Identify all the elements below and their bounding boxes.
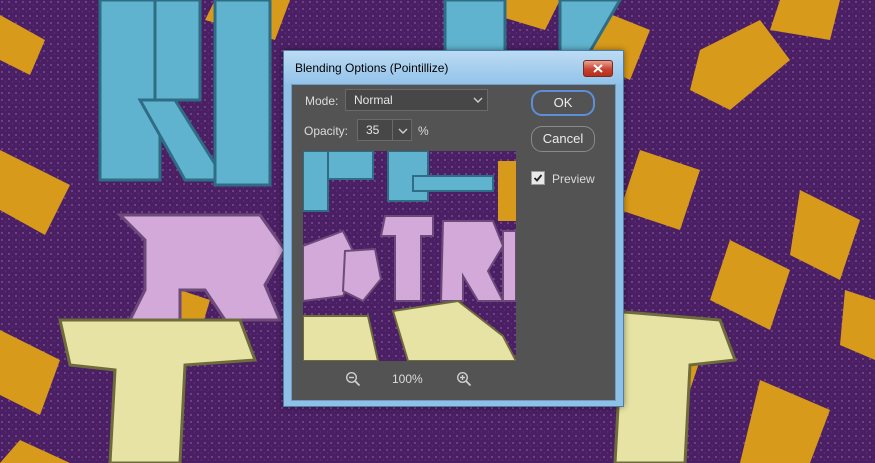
filter-preview-pane[interactable] bbox=[303, 151, 516, 361]
chevron-down-icon bbox=[473, 97, 483, 103]
dialog-title: Blending Options (Pointillize) bbox=[295, 61, 449, 75]
mode-label: Mode: bbox=[305, 94, 339, 108]
opacity-value: 35 bbox=[366, 123, 380, 137]
zoom-in-icon[interactable] bbox=[456, 371, 472, 387]
ok-button[interactable]: OK bbox=[531, 90, 595, 116]
preview-label: Preview bbox=[552, 172, 595, 186]
zoom-out-icon[interactable] bbox=[345, 371, 361, 387]
close-icon bbox=[593, 64, 603, 73]
checkmark-icon bbox=[533, 174, 543, 182]
close-button[interactable] bbox=[583, 60, 613, 77]
zoom-level: 100% bbox=[392, 372, 423, 386]
preview-checkbox[interactable] bbox=[531, 171, 545, 185]
dialog-titlebar[interactable]: Blending Options (Pointillize) bbox=[284, 51, 623, 84]
cancel-button[interactable]: Cancel bbox=[531, 126, 595, 152]
chevron-down-icon bbox=[398, 128, 408, 134]
opacity-label: Opacity: bbox=[304, 124, 349, 138]
opacity-dropdown-button[interactable] bbox=[392, 120, 412, 140]
mode-select[interactable]: Normal bbox=[345, 89, 488, 111]
opacity-unit: % bbox=[418, 124, 429, 138]
mode-value: Normal bbox=[354, 93, 393, 107]
